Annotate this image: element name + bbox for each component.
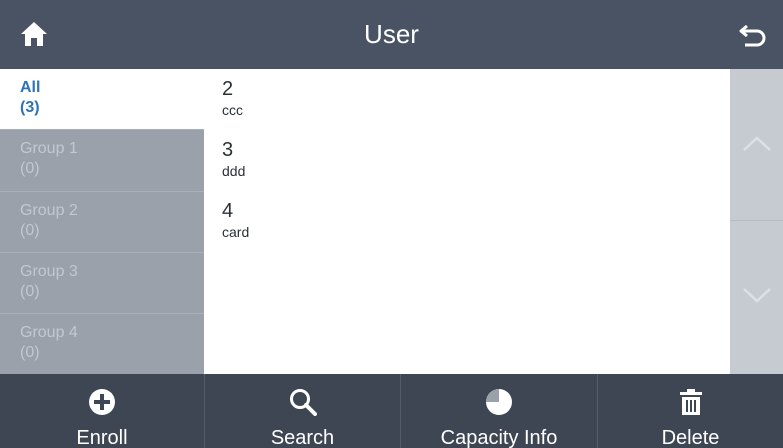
- user-name: card: [222, 224, 250, 240]
- title-bar: User: [0, 0, 783, 69]
- page-title: User: [364, 19, 419, 49]
- user-list: 2 ccc 3 ddd 4 card: [204, 69, 730, 374]
- user-id: 2: [222, 78, 234, 100]
- delete-label: Delete: [661, 427, 720, 448]
- back-arrow-icon[interactable]: [739, 22, 767, 48]
- group-item-group-3[interactable]: Group 3 (0): [0, 252, 204, 313]
- user-id: 3: [222, 139, 234, 161]
- enroll-button[interactable]: Enroll: [0, 374, 204, 448]
- group-sidebar: All (3) Group 1 (0) Group 2 (0) Group 3 …: [0, 69, 204, 374]
- group-count: (0): [20, 283, 40, 300]
- pie-chart-icon: [486, 389, 512, 415]
- chevron-down-icon: [743, 288, 771, 303]
- group-name: Group 1: [20, 140, 78, 157]
- user-name: ddd: [222, 163, 246, 179]
- capacity-info-button[interactable]: Capacity Info: [401, 374, 597, 448]
- trash-icon: [679, 389, 702, 415]
- list-item[interactable]: 3 ddd: [204, 130, 730, 192]
- group-name: Group 3: [20, 263, 78, 280]
- search-icon: [289, 389, 317, 416]
- group-name: Group 2: [20, 202, 78, 219]
- group-name: Group 4: [20, 324, 78, 341]
- chevron-up-icon: [743, 136, 771, 151]
- scroll-down-button[interactable]: [730, 222, 783, 374]
- list-item[interactable]: 4 card: [204, 191, 730, 253]
- group-count: (0): [20, 222, 40, 239]
- user-name: ccc: [222, 102, 243, 118]
- plus-circle-icon: [89, 389, 115, 415]
- scroll-bar: [730, 69, 783, 374]
- group-count: (3): [20, 99, 40, 116]
- user-id: 4: [222, 200, 234, 222]
- group-name: All: [20, 79, 41, 96]
- scroll-up-button[interactable]: [730, 69, 783, 221]
- bottom-toolbar: Enroll Search Capacity Info Delete: [0, 374, 783, 448]
- group-item-all[interactable]: All (3): [0, 69, 204, 129]
- search-label: Search: [270, 427, 335, 448]
- group-item-group-1[interactable]: Group 1 (0): [0, 129, 204, 191]
- group-count: (0): [20, 160, 40, 177]
- list-item[interactable]: 2 ccc: [204, 69, 730, 131]
- search-button[interactable]: Search: [205, 374, 400, 448]
- group-item-group-4[interactable]: Group 4 (0): [0, 313, 204, 374]
- group-item-group-2[interactable]: Group 2 (0): [0, 191, 204, 252]
- enroll-label: Enroll: [76, 427, 128, 448]
- capacity-info-label: Capacity Info: [440, 427, 558, 448]
- group-count: (0): [20, 344, 40, 361]
- delete-button[interactable]: Delete: [598, 374, 783, 448]
